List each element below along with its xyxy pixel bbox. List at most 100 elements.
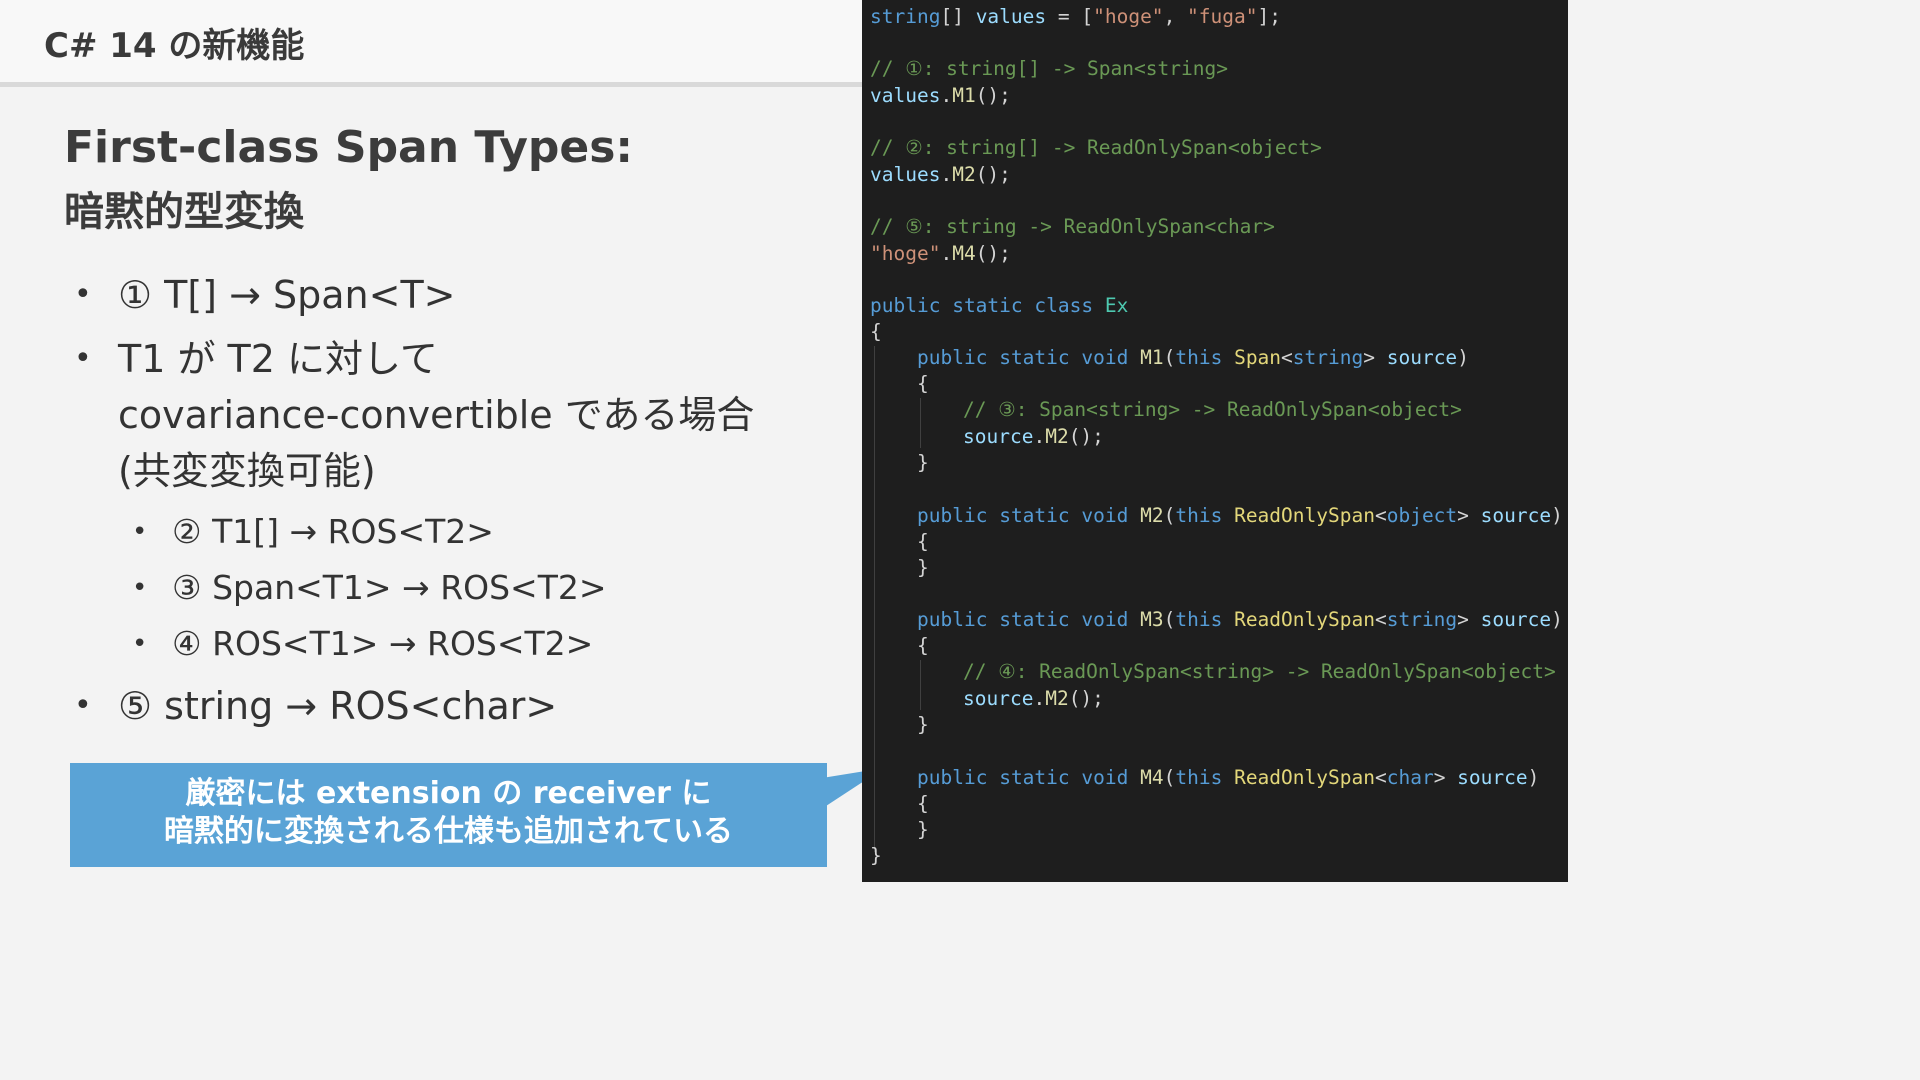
slide-header: C# 14 の新機能 (0, 0, 862, 82)
code-token-method: M1 (1140, 346, 1164, 369)
page-title: C# 14 の新機能 (44, 26, 305, 66)
code-token-keyword: static (952, 294, 1023, 317)
code-brace: } (917, 713, 929, 736)
code-token: ) (1527, 766, 1540, 789)
bullet-text-line1: T1 が T2 に対して (118, 337, 438, 381)
code-token-type: ReadOnlySpan (1234, 766, 1375, 789)
code-line: source.M2(); (963, 686, 1104, 712)
bullet-dot: • (132, 517, 148, 547)
callout-line1: 厳密には extension の receiver に (185, 776, 712, 811)
code-token-variable: source (1480, 504, 1552, 527)
code-token-keyword: char (1386, 766, 1434, 789)
sub-bullet-item-4: • ④ ROS<T1> → ROS<T2> (132, 616, 593, 672)
code-token: . (940, 84, 953, 107)
code-token: ) (1551, 608, 1563, 631)
code-token-keyword: static (999, 504, 1070, 527)
code-token-keyword: void (1081, 766, 1129, 789)
bullet-dot: • (132, 629, 148, 659)
code-token-keyword: static (999, 346, 1070, 369)
code-token-variable: source (963, 687, 1034, 710)
code-token-keyword: static (999, 608, 1070, 631)
code-token-string: "hoge" (1093, 5, 1164, 28)
code-line: source.M2(); (963, 424, 1104, 450)
code-token-keyword: class (1034, 294, 1094, 317)
code-token: > (1457, 608, 1481, 631)
code-token-method: M3 (1140, 608, 1164, 631)
indent-guide (920, 660, 921, 710)
code-token: . (940, 163, 953, 186)
code-token: [] (940, 5, 976, 28)
code-token-method: M2 (1140, 504, 1164, 527)
code-brace: } (917, 818, 929, 841)
code-token-variable: source (1386, 346, 1458, 369)
code-comment: // ①: string[] -> Span<string> (870, 57, 1228, 80)
code-token-type: Ex (1104, 294, 1129, 317)
code-token-keyword: public (870, 294, 941, 317)
code-token: (); (975, 163, 1011, 186)
code-token-variable: values (975, 5, 1047, 28)
indent-guide (920, 398, 921, 448)
code-line: public static void M1(this Span<string> … (917, 345, 1469, 371)
code-token-string: "hoge" (870, 242, 941, 265)
code-token: ( (1163, 766, 1176, 789)
code-token-type: ReadOnlySpan (1234, 504, 1375, 527)
code-comment: // ③: Span<string> -> ReadOnlySpan<objec… (963, 398, 1462, 421)
code-token: > (1433, 766, 1458, 789)
code-token: , (1163, 5, 1188, 28)
callout-box: 厳密には extension の receiver に 暗黙的に変換される仕様も… (70, 763, 827, 867)
code-comment: // ⑤: string -> ReadOnlySpan<char> (870, 215, 1275, 238)
code-token-variable: values (870, 163, 941, 186)
code-token-method: M2 (952, 163, 976, 186)
code-token-method: M4 (952, 242, 976, 265)
sub-bullet-item-2: • ② T1[] → ROS<T2> (132, 504, 494, 560)
code-token: < (1374, 504, 1387, 527)
code-line: values.M1(); (870, 83, 1011, 109)
code-token: < (1374, 608, 1387, 631)
slide-subtitle: 暗黙的型変換 (64, 189, 304, 235)
code-token-keyword: this (1175, 346, 1223, 369)
code-token: (); (1068, 425, 1104, 448)
code-editor[interactable]: string[] values = ["hoge", "fuga"]; // ①… (862, 0, 1568, 882)
code-token-variable: source (1457, 766, 1528, 789)
code-brace: { (917, 372, 929, 395)
code-token-keyword: public (917, 346, 988, 369)
code-token-method: M2 (1045, 425, 1069, 448)
code-token-keyword: this (1175, 766, 1223, 789)
code-token-variable: values (870, 84, 941, 107)
bullet-text-line3: (共変変換可能) (118, 449, 376, 493)
code-brace: { (917, 530, 929, 553)
sub-bullet-item-3: • ③ Span<T1> → ROS<T2> (132, 560, 607, 616)
code-brace: } (870, 844, 882, 867)
code-token: ( (1163, 504, 1176, 527)
header-divider (0, 82, 862, 87)
code-line: public static void M4(this ReadOnlySpan<… (917, 765, 1539, 791)
code-line: public static void M3(this ReadOnlySpan<… (917, 607, 1563, 633)
code-token-keyword: static (999, 766, 1070, 789)
bullet-dot: • (74, 341, 92, 376)
code-token-variable: source (963, 425, 1034, 448)
code-token: . (940, 242, 953, 265)
bullet-item-5: • ⑤ string → ROS<char> (74, 678, 557, 734)
code-line: string[] values = ["hoge", "fuga"]; (870, 4, 1281, 30)
code-comment: // ②: string[] -> ReadOnlySpan<object> (870, 136, 1322, 159)
code-token: ]; (1257, 5, 1281, 28)
code-token-keyword: string (870, 5, 941, 28)
code-token-type: ReadOnlySpan (1234, 608, 1375, 631)
code-token: > (1457, 504, 1481, 527)
bullet-text: ③ Span<T1> → ROS<T2> (172, 568, 607, 607)
code-token-keyword: this (1175, 504, 1223, 527)
code-token-variable: source (1480, 608, 1552, 631)
